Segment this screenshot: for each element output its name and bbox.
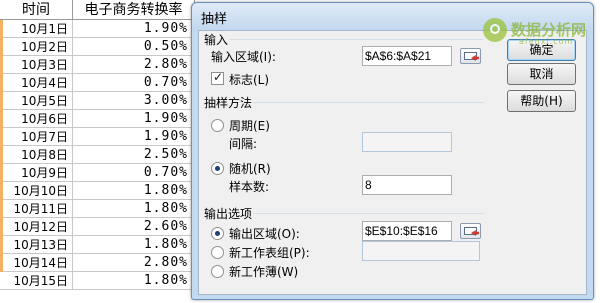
table-row: 10月9日 0.70%: [0, 164, 200, 182]
date-cell[interactable]: 10月12日: [0, 218, 73, 236]
date-cell[interactable]: 10月14日: [0, 254, 73, 272]
table-row: 10月11日 1.80%: [0, 200, 200, 218]
date-cell[interactable]: 10月9日: [0, 164, 73, 182]
labels-checkbox-label[interactable]: 标志(L): [229, 71, 269, 88]
date-cell[interactable]: 10月13日: [0, 236, 73, 254]
periodic-radio-label[interactable]: 周期(E): [229, 117, 270, 134]
interval-label: 间隔:: [229, 137, 258, 151]
table-row: 10月15日 1.80%: [0, 272, 200, 290]
input-range-label: 输入区域(I):: [211, 50, 276, 64]
output-range-collapse-button[interactable]: [460, 223, 481, 239]
input-group-divider: [203, 39, 484, 40]
help-button[interactable]: 帮助(H): [507, 90, 576, 112]
random-radio-label[interactable]: 随机(R): [229, 160, 271, 177]
output-range-label[interactable]: 输出区域(O):: [229, 225, 300, 242]
dialog-client-area: 输入 输入区域(I): $A$6:$A$21 ✓ 标志(L) 抽样方法 周期(E…: [198, 30, 587, 295]
method-group-label: 抽样方法: [203, 94, 254, 111]
input-group-label: 输入: [203, 31, 230, 48]
date-cell[interactable]: 10月8日: [0, 146, 73, 164]
output-range-radio[interactable]: [211, 227, 224, 240]
new-workbook-radio[interactable]: [211, 265, 224, 278]
table-row: 10月6日 1.90%: [0, 110, 200, 128]
date-cell[interactable]: 10月3日: [0, 56, 73, 74]
rate-cell[interactable]: 1.90%: [73, 128, 195, 146]
table-row: 10月5日 3.00%: [0, 92, 200, 110]
watermark-subtext: afenxi.com: [519, 37, 574, 46]
rate-cell[interactable]: 2.80%: [73, 56, 195, 74]
table-row: 10月2日 0.50%: [0, 38, 200, 56]
data-rows: 10月1日 1.90% 10月2日 0.50% 10月3日 2.80% 10月4日 0.70%…: [0, 20, 200, 290]
date-cell[interactable]: 10月2日: [0, 38, 73, 56]
rate-cell[interactable]: 2.50%: [73, 146, 195, 164]
input-range-field[interactable]: $A$6:$A$21: [362, 46, 452, 66]
column-header-conversion-rate[interactable]: 电子商务转换率: [73, 0, 195, 20]
table-row: 10月12日 2.60%: [0, 218, 200, 236]
rate-cell[interactable]: 2.80%: [73, 254, 195, 272]
radio-dot-icon: [215, 166, 220, 171]
input-range-collapse-button[interactable]: [460, 48, 481, 64]
rate-cell[interactable]: 1.80%: [73, 182, 195, 200]
periodic-radio[interactable]: [211, 119, 224, 132]
rate-cell[interactable]: 2.60%: [73, 218, 195, 236]
rate-cell[interactable]: 0.50%: [73, 38, 195, 56]
spreadsheet: 时间 电子商务转换率 10月1日 1.90% 10月2日 0.50% 10月3日 2.80…: [0, 0, 200, 303]
checkmark-icon: ✓: [213, 70, 224, 84]
new-workbook-label[interactable]: 新工作薄(W): [229, 263, 298, 280]
table-row: 10月3日 2.80%: [0, 56, 200, 74]
rate-cell[interactable]: 0.70%: [73, 74, 195, 92]
date-cell[interactable]: 10月6日: [0, 110, 73, 128]
table-row: 10月7日 1.90%: [0, 128, 200, 146]
radio-dot-icon: [215, 231, 220, 236]
new-sheet-radio[interactable]: [211, 246, 224, 259]
rate-cell[interactable]: 1.90%: [73, 20, 195, 38]
table-row: 10月8日 2.50%: [0, 146, 200, 164]
labels-checkbox[interactable]: ✓: [211, 70, 224, 85]
cancel-button[interactable]: 取消: [507, 63, 576, 85]
table-row: 10月4日 0.70%: [0, 74, 200, 92]
sample-count-label: 样本数:: [229, 180, 270, 194]
table-row: 10月10日 1.80%: [0, 182, 200, 200]
date-cell[interactable]: 10月15日: [0, 272, 73, 290]
watermark-logo: 数据分析网 afenxi.com: [483, 14, 593, 48]
sample-count-field[interactable]: 8: [362, 175, 452, 195]
rate-cell[interactable]: 3.00%: [73, 92, 195, 110]
date-cell[interactable]: 10月5日: [0, 92, 73, 110]
date-cell[interactable]: 10月1日: [0, 20, 73, 38]
random-radio[interactable]: [211, 162, 224, 175]
column-header-date[interactable]: 时间: [0, 0, 73, 20]
new-sheet-label[interactable]: 新工作表组(P):: [229, 244, 310, 261]
table-row: 10月14日 2.80%: [0, 254, 200, 272]
rate-cell[interactable]: 0.70%: [73, 164, 195, 182]
date-cell[interactable]: 10月7日: [0, 128, 73, 146]
logo-icon: [483, 18, 507, 42]
dialog-title: 抽样: [201, 12, 228, 27]
new-sheet-field[interactable]: [362, 241, 480, 261]
table-row: 10月1日 1.90%: [0, 20, 200, 38]
output-range-field[interactable]: $E$10:$E$16: [362, 221, 452, 241]
rate-cell[interactable]: 1.80%: [73, 272, 195, 290]
rate-cell[interactable]: 1.80%: [73, 236, 195, 254]
date-cell[interactable]: 10月10日: [0, 182, 73, 200]
rate-cell[interactable]: 1.80%: [73, 200, 195, 218]
table-row: 10月13日 1.80%: [0, 236, 200, 254]
rate-cell[interactable]: 1.90%: [73, 110, 195, 128]
date-cell[interactable]: 10月4日: [0, 74, 73, 92]
interval-field[interactable]: [362, 132, 452, 152]
date-cell[interactable]: 10月11日: [0, 200, 73, 218]
output-group-label: 输出选项: [203, 205, 254, 222]
